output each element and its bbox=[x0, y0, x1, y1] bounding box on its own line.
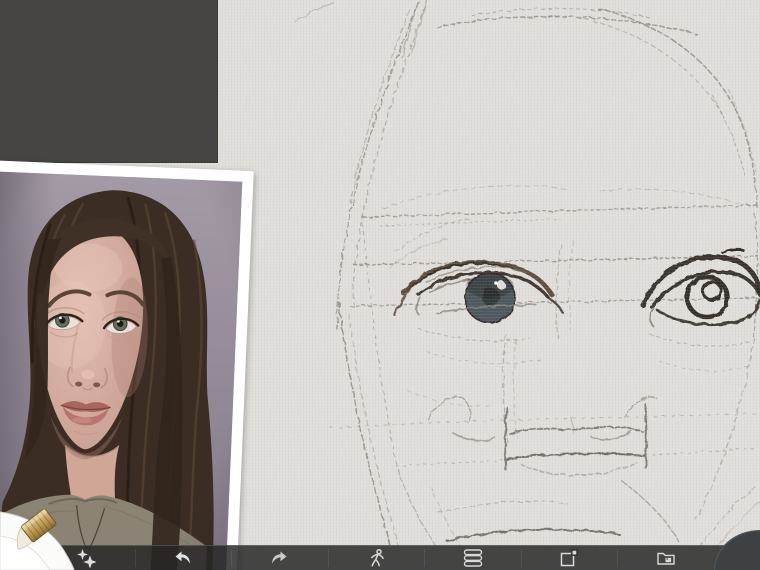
layers-button[interactable] bbox=[424, 546, 521, 570]
folder-icon bbox=[657, 552, 675, 565]
layers-icon bbox=[463, 549, 482, 567]
undo-button[interactable] bbox=[134, 546, 232, 570]
bottom-toolbar bbox=[0, 545, 760, 570]
toolbar-buttons bbox=[0, 546, 760, 570]
top-left-panel bbox=[0, 0, 218, 163]
tool-picker-corner[interactable] bbox=[0, 508, 100, 570]
undo-arrow-icon bbox=[175, 551, 190, 564]
pose-figure-button[interactable] bbox=[327, 546, 425, 570]
redo-arrow-icon bbox=[272, 551, 287, 564]
paintbrush-icon bbox=[0, 508, 75, 570]
new-page-icon bbox=[560, 549, 578, 567]
redo-button[interactable] bbox=[231, 546, 328, 570]
gallery-button[interactable] bbox=[617, 546, 714, 570]
app-screen bbox=[0, 0, 760, 570]
new-page-button[interactable] bbox=[520, 546, 618, 570]
figure-icon bbox=[371, 548, 384, 567]
